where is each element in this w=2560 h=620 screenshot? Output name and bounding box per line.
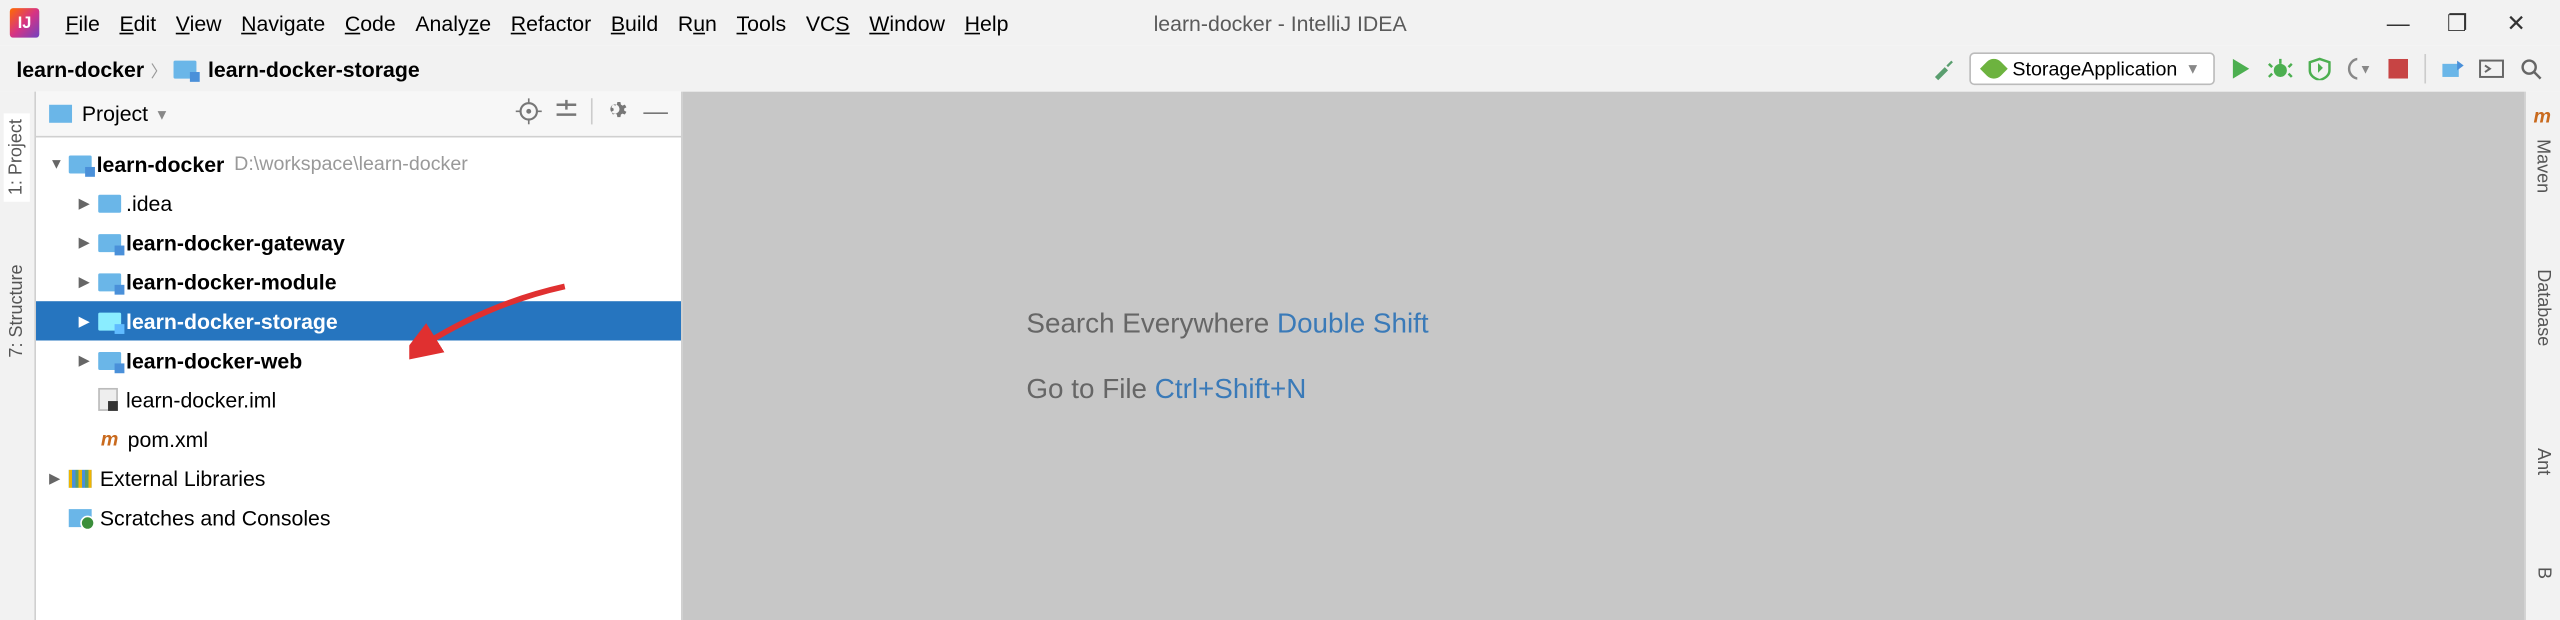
tab-ant[interactable]: Ant [2533,448,2553,475]
menu-bar: IJ File Edit View Navigate Code Analyze … [0,0,2560,46]
breadcrumb[interactable]: learn-docker 〉 learn-docker-storage [16,56,419,81]
hint-shortcut: Ctrl+Shift+N [1155,372,1307,403]
tree-item-label: learn-docker.iml [126,387,276,412]
tree-item-label: learn-docker-module [126,269,337,294]
tree-scratches[interactable]: ▶ Scratches and Consoles [36,498,681,537]
tree-root-path: D:\workspace\learn-docker [234,152,468,175]
menu-code[interactable]: Code [335,11,406,36]
project-tree[interactable]: ▼ learn-docker D:\workspace\learn-docker… [36,138,681,544]
tree-item-iml[interactable]: ▶ learn-docker.iml [36,380,681,419]
module-folder-icon [98,312,121,330]
expand-all-icon[interactable] [555,98,578,129]
tree-item-label: .idea [126,191,172,216]
spring-boot-icon [1981,55,2009,83]
hint-shortcut: Double Shift [1277,307,1429,338]
hide-panel-icon[interactable]: — [643,98,668,129]
tree-item-label: learn-docker-web [126,348,302,373]
module-folder-icon [98,351,121,369]
hint-label: Search Everywhere [1026,307,1277,338]
folder-icon [98,194,121,212]
debug-button[interactable] [2267,56,2293,82]
tree-item-label: External Libraries [100,466,266,491]
maven-file-icon: m [98,427,121,450]
menu-edit[interactable]: Edit [110,11,166,36]
tree-item-web[interactable]: ▶ learn-docker-web [36,340,681,379]
chevron-right-icon: 〉 [151,56,167,81]
menu-tools[interactable]: Tools [727,11,796,36]
breadcrumb-root[interactable]: learn-docker [16,56,144,81]
module-folder-icon [98,273,121,291]
module-folder-icon [174,60,197,78]
toolbar: StorageApplication ▼ ▼ [1931,52,2544,85]
build-icon[interactable] [1931,56,1957,82]
menu-navigate[interactable]: Navigate [231,11,335,36]
left-tool-tabs: 1: Project 7: Structure [0,92,36,620]
tree-item-label: pom.xml [128,426,208,451]
gear-icon[interactable] [606,98,631,129]
tree-item-gateway[interactable]: ▶ learn-docker-gateway [36,223,681,262]
menu-vcs[interactable]: VCS [796,11,859,36]
menu-help[interactable]: Help [955,11,1018,36]
menu-build[interactable]: Build [601,11,668,36]
menu-analyze[interactable]: Analyze [406,11,501,36]
project-panel-title[interactable]: Project [82,101,148,126]
hint-label: Go to File [1026,372,1154,403]
menu-refactor[interactable]: Refactor [501,11,601,36]
navigation-bar: learn-docker 〉 learn-docker-storage Stor… [0,46,2560,92]
tree-item-storage[interactable]: ▶ learn-docker-storage [36,301,681,340]
project-icon [49,105,72,123]
minimize-button[interactable]: — [2383,8,2412,37]
run-button[interactable] [2228,56,2254,82]
coverage-button[interactable] [2307,56,2333,82]
tree-item-module[interactable]: ▶ learn-docker-module [36,262,681,301]
tab-maven[interactable]: mMaven [2532,105,2555,193]
tab-database[interactable]: Database [2533,269,2553,346]
search-everywhere-icon[interactable] [2518,56,2544,82]
run-config-label: StorageApplication [2012,57,2177,80]
tree-item-label: learn-docker-gateway [126,230,345,255]
tree-item-pom[interactable]: ▶m pom.xml [36,419,681,458]
project-tool-window: Project ▼ — ▼ learn-docker D:\workspace\… [36,92,683,620]
tree-root[interactable]: ▼ learn-docker D:\workspace\learn-docker [36,144,681,183]
run-anything-icon[interactable] [2478,56,2504,82]
project-panel-header: Project ▼ — [36,92,681,138]
scratches-icon [69,508,92,526]
chevron-down-icon: ▼ [2186,61,2201,77]
tab-b[interactable]: B [2533,567,2553,579]
tree-item-label: Scratches and Consoles [100,505,331,530]
module-folder-icon [69,155,92,173]
menu-view[interactable]: View [166,11,231,36]
iml-file-icon [98,388,118,411]
chevron-down-icon[interactable]: ▼ [155,106,170,122]
menu-window[interactable]: Window [859,11,954,36]
breadcrumb-current[interactable]: learn-docker-storage [208,56,420,81]
intellij-icon: IJ [10,8,39,37]
close-button[interactable]: ✕ [2501,8,2530,37]
hint-search-everywhere: Search Everywhere Double Shift [1026,307,1428,340]
run-config-selector[interactable]: StorageApplication ▼ [1970,52,2215,85]
locate-icon[interactable] [516,98,542,129]
module-folder-icon [98,233,121,251]
tree-root-label: learn-docker [97,151,225,176]
maximize-button[interactable]: ❐ [2442,8,2471,37]
right-tool-tabs: mMaven Database Ant B [2524,92,2560,620]
tab-structure[interactable]: 7: Structure [7,264,27,357]
tree-external-libraries[interactable]: ▶ External Libraries [36,458,681,497]
editor-empty-area: Search Everywhere Double Shift Go to Fil… [683,92,2525,620]
separator [2424,54,2426,83]
update-project-icon[interactable] [2439,56,2465,82]
menu-file[interactable]: File [56,11,110,36]
tab-project[interactable]: 1: Project [4,113,30,202]
tree-item-label: learn-docker-storage [126,309,338,334]
hint-goto-file: Go to File Ctrl+Shift+N [1026,372,1306,405]
libraries-icon [69,469,92,487]
profiler-button[interactable]: ▼ [2346,56,2372,82]
stop-button[interactable] [2385,56,2411,82]
window-title: learn-docker - IntelliJ IDEA [1154,11,1407,36]
tree-item-idea[interactable]: ▶ .idea [36,183,681,222]
menu-run[interactable]: Run [668,11,727,36]
